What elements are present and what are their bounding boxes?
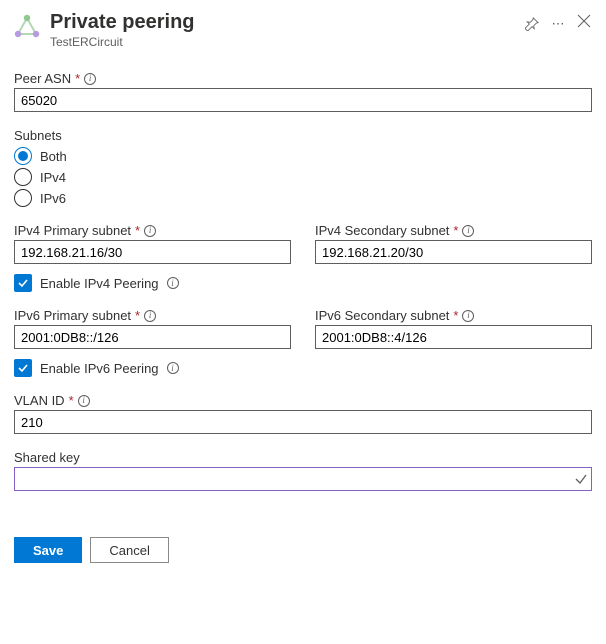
ipv6-primary-input[interactable] — [14, 325, 291, 349]
enable-ipv6-label: Enable IPv6 Peering — [40, 361, 159, 376]
ipv6-secondary-label: IPv6 Secondary subnet — [315, 308, 449, 323]
footer-actions: Save Cancel — [14, 537, 592, 563]
enable-ipv4-checkbox[interactable]: Enable IPv4 Peering i — [14, 274, 592, 292]
vlan-id-input[interactable] — [14, 410, 592, 434]
required-indicator: * — [135, 223, 140, 238]
subnets-group: Subnets Both IPv4 IPv6 — [14, 128, 592, 207]
shared-key-label: Shared key — [14, 450, 80, 465]
info-icon[interactable]: i — [167, 362, 179, 374]
ipv4-primary-label: IPv4 Primary subnet — [14, 223, 131, 238]
ipv6-secondary-field: IPv6 Secondary subnet * i — [315, 308, 592, 349]
subnets-label: Subnets — [14, 128, 592, 143]
required-indicator: * — [75, 71, 80, 86]
shared-key-field: Shared key — [14, 450, 592, 491]
info-icon[interactable]: i — [144, 310, 156, 322]
info-icon[interactable]: i — [167, 277, 179, 289]
ipv6-primary-field: IPv6 Primary subnet * i — [14, 308, 291, 349]
required-indicator: * — [453, 223, 458, 238]
peer-asn-label: Peer ASN — [14, 71, 71, 86]
page-title: Private peering — [50, 10, 514, 34]
radio-label: IPv4 — [40, 170, 66, 185]
info-icon[interactable]: i — [462, 310, 474, 322]
peer-asn-field: Peer ASN * i — [14, 71, 592, 112]
ipv6-primary-label: IPv6 Primary subnet — [14, 308, 131, 323]
cancel-button[interactable]: Cancel — [90, 537, 168, 563]
radio-label: Both — [40, 149, 67, 164]
peer-asn-input[interactable] — [14, 88, 592, 112]
subnets-radio-ipv4[interactable]: IPv4 — [14, 168, 592, 186]
save-button[interactable]: Save — [14, 537, 82, 563]
vlan-id-label: VLAN ID — [14, 393, 65, 408]
required-indicator: * — [69, 393, 74, 408]
enable-ipv6-checkbox[interactable]: Enable IPv6 Peering i — [14, 359, 592, 377]
checkbox-icon — [14, 359, 32, 377]
subnets-radio-both[interactable]: Both — [14, 147, 592, 165]
radio-label: IPv6 — [40, 191, 66, 206]
more-icon[interactable]: ⋯ — [550, 16, 566, 32]
info-icon[interactable]: i — [462, 225, 474, 237]
close-icon[interactable] — [576, 10, 592, 26]
subnets-radio-ipv6[interactable]: IPv6 — [14, 189, 592, 207]
required-indicator: * — [453, 308, 458, 323]
vlan-id-field: VLAN ID * i — [14, 393, 592, 434]
pin-icon[interactable] — [524, 16, 540, 32]
enable-ipv4-label: Enable IPv4 Peering — [40, 276, 159, 291]
required-indicator: * — [135, 308, 140, 323]
ipv4-secondary-field: IPv4 Secondary subnet * i — [315, 223, 592, 264]
blade-header: Private peering TestERCircuit ⋯ — [14, 10, 592, 49]
peering-icon — [14, 14, 40, 40]
shared-key-input[interactable] — [14, 467, 592, 491]
info-icon[interactable]: i — [144, 225, 156, 237]
info-icon[interactable]: i — [84, 73, 96, 85]
info-icon[interactable]: i — [78, 395, 90, 407]
page-subtitle: TestERCircuit — [50, 35, 514, 49]
ipv4-primary-input[interactable] — [14, 240, 291, 264]
ipv4-secondary-label: IPv4 Secondary subnet — [315, 223, 449, 238]
ipv6-secondary-input[interactable] — [315, 325, 592, 349]
checkbox-icon — [14, 274, 32, 292]
ipv4-primary-field: IPv4 Primary subnet * i — [14, 223, 291, 264]
ipv4-secondary-input[interactable] — [315, 240, 592, 264]
